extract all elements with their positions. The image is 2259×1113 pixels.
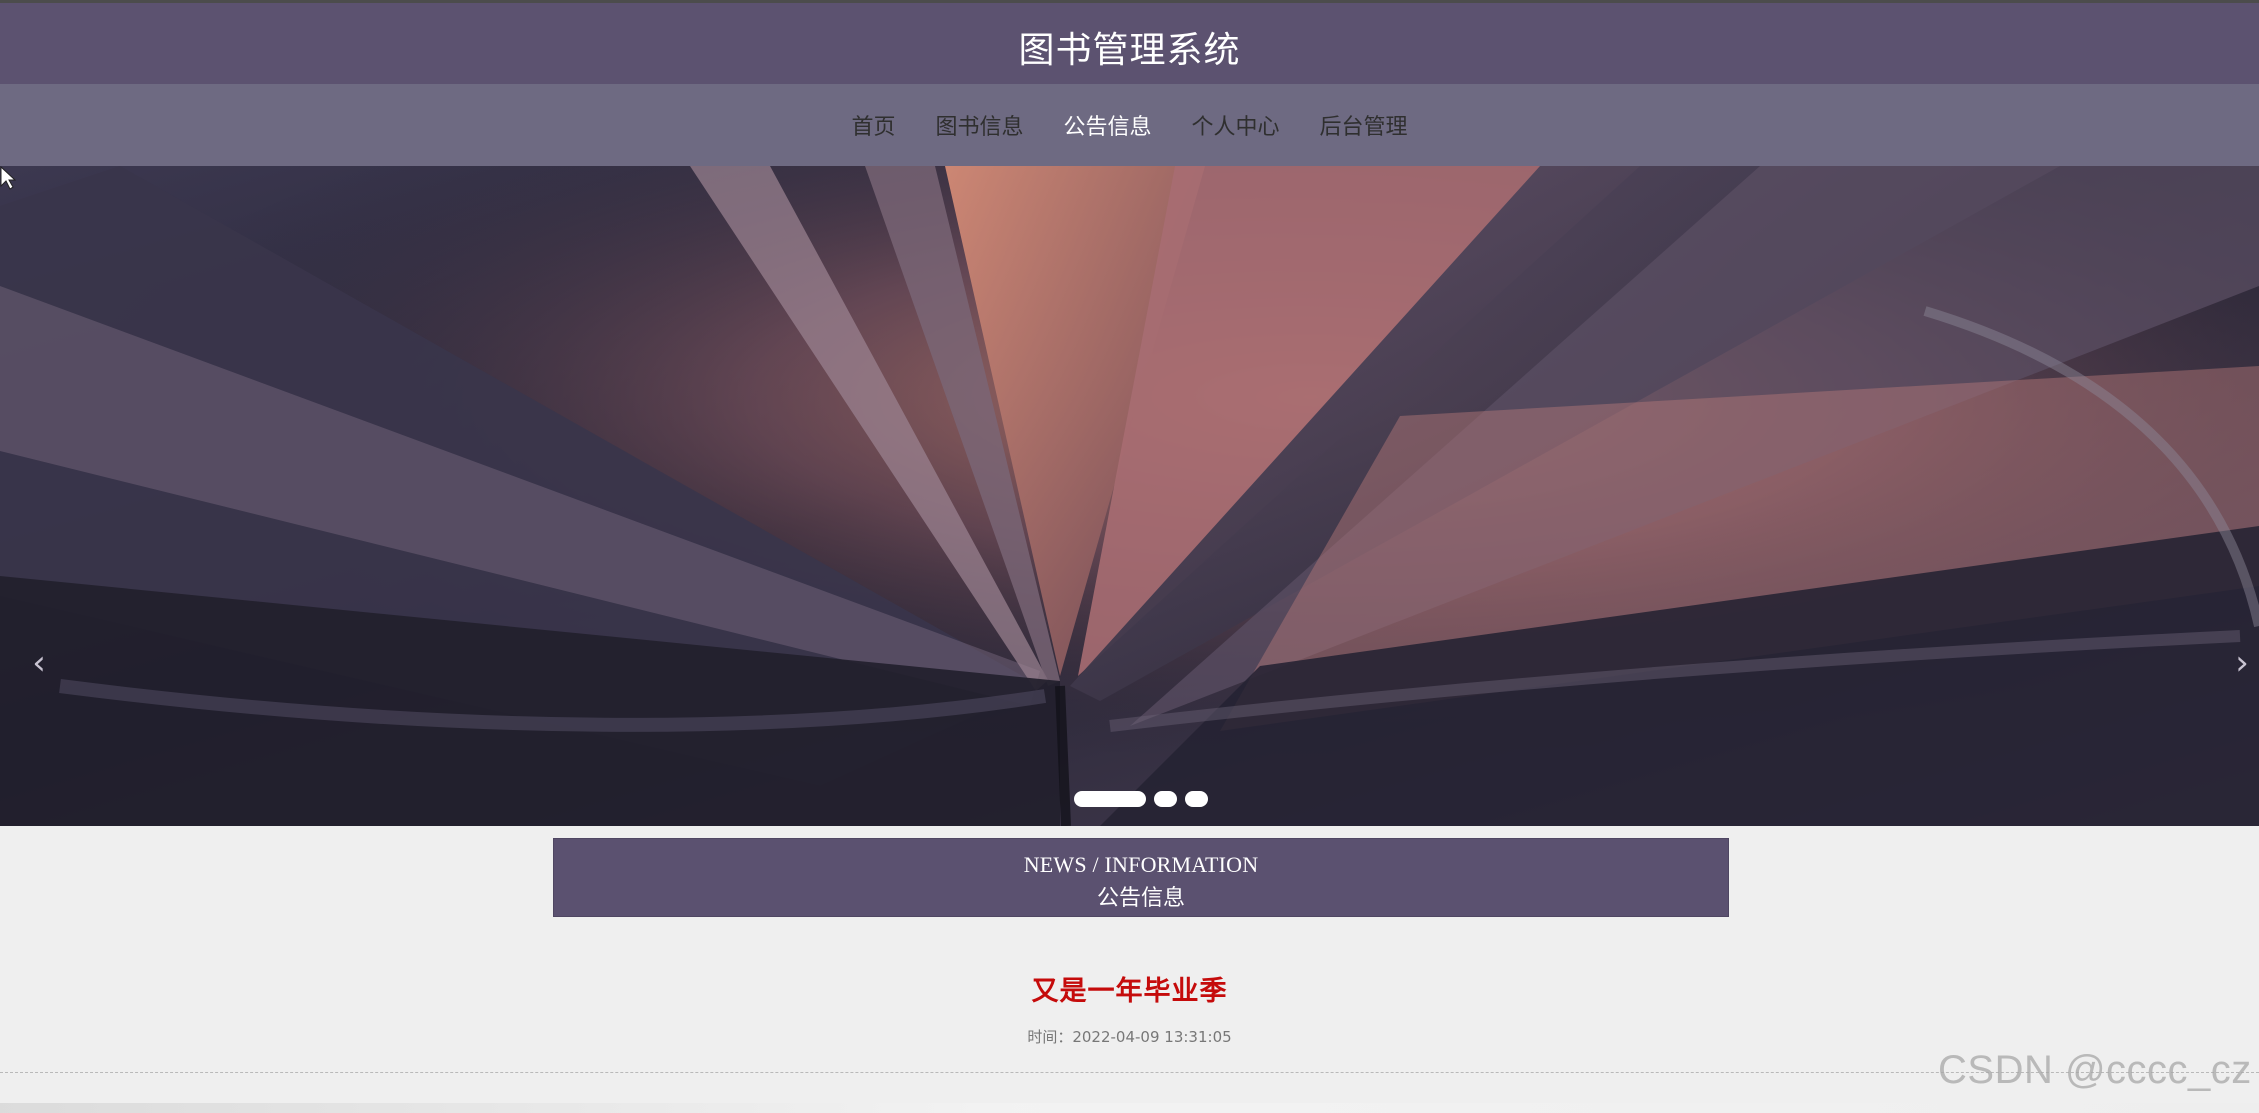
carousel-prev-chevron-left-icon[interactable]: ‹ [26,646,52,680]
nav-item-announcements[interactable]: 公告信息 [1043,84,1171,166]
section-title-english: NEWS / INFORMATION [1023,852,1259,877]
carousel-next-chevron-right-icon[interactable]: › [2229,646,2255,680]
site-header: 图书管理系统 [0,0,2259,84]
carousel-indicator-1[interactable] [1074,791,1146,807]
csdn-watermark: CSDN @cccc_cz [1938,1048,2252,1092]
open-book-hero-image [0,166,2259,826]
nav-item-home[interactable]: 首页 [831,84,915,166]
library-management-page: 图书管理系统 首页 图书信息 公告信息 个人中心 后台管理 ‹ › NEWS /… [0,0,2259,1113]
nav-item-book-info[interactable]: 图书信息 [915,84,1043,166]
carousel-indicator-3[interactable] [1185,791,1208,807]
mouse-pointer-icon [0,166,16,190]
hero-carousel[interactable]: ‹ › [0,166,2259,826]
news-section-banner: NEWS / INFORMATION 公告信息 [553,838,1729,917]
bottom-scroll-fade [0,1103,2259,1113]
section-title-chinese: 公告信息 [1096,885,1185,910]
nav-item-admin[interactable]: 后台管理 [1300,84,1428,166]
carousel-indicators [1074,791,1208,807]
site-title: 图书管理系统 [1018,30,1241,71]
nav-list: 首页 图书信息 公告信息 个人中心 后台管理 [0,84,2259,166]
article-title[interactable]: 又是一年毕业季 [0,969,2259,1008]
content-divider [0,1072,2259,1073]
carousel-indicator-2[interactable] [1154,791,1177,807]
main-navigation: 首页 图书信息 公告信息 个人中心 后台管理 [0,84,2259,250]
nav-item-personal-center[interactable]: 个人中心 [1172,84,1300,166]
article-timestamp: 时间：2022-04-09 13:31:05 [1027,1028,1232,1046]
